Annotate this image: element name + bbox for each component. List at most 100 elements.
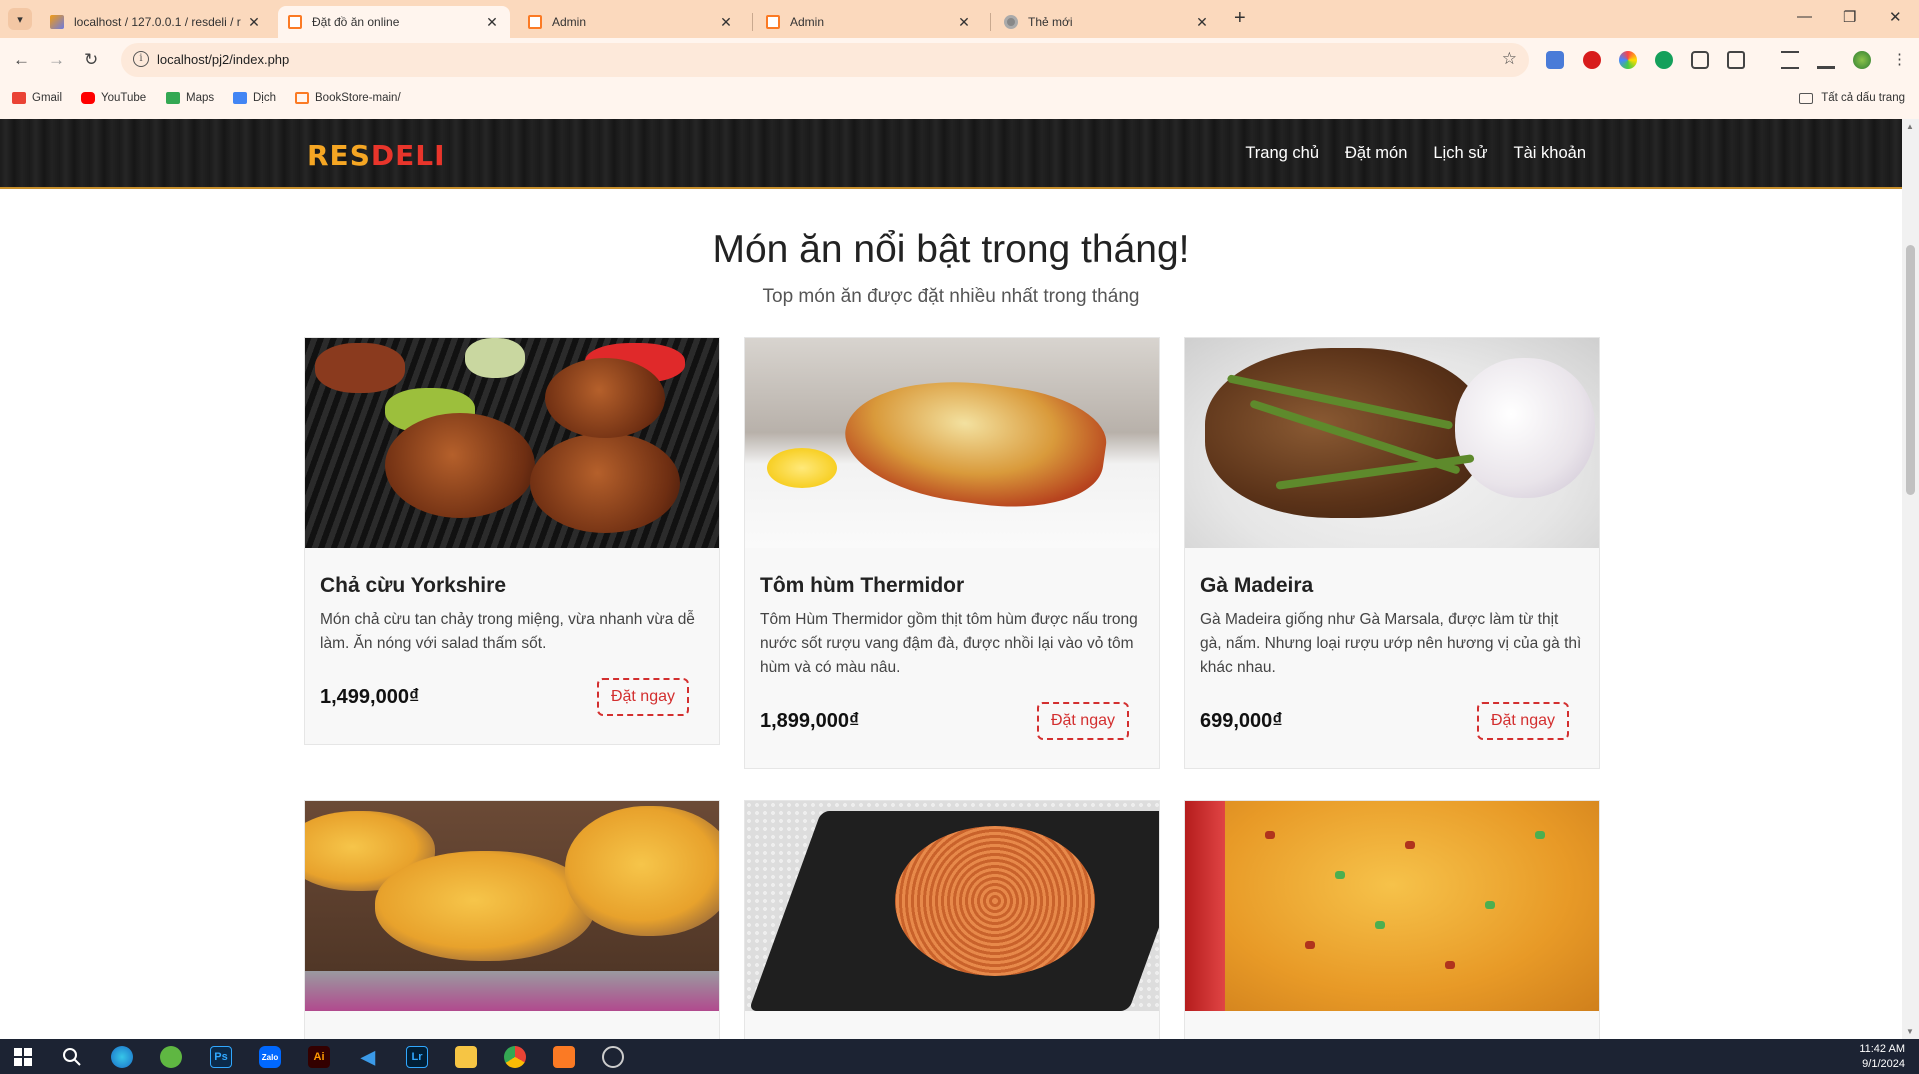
tab-title: Admin (552, 15, 587, 29)
photoshop-icon[interactable]: Ps (210, 1046, 232, 1068)
bookmark-dich[interactable]: Dịch (233, 92, 276, 104)
illustrator-icon[interactable]: Ai (308, 1046, 330, 1068)
dish-card: Chả cừu Yorkshire Món chả cừu tan chảy t… (304, 337, 720, 745)
close-icon[interactable]: ✕ (1194, 14, 1210, 31)
minimize-icon[interactable]: — (1797, 8, 1812, 25)
system-clock[interactable]: 11:42 AM 9/1/2024 (1859, 1042, 1905, 1072)
dish-price: 1,499,000₫ (320, 686, 420, 708)
image-extension-icon[interactable] (1691, 51, 1709, 69)
main-nav: Trang chủ Đặt món Lịch sử Tài khoản (1245, 144, 1586, 163)
tab-phpmyadmin[interactable]: localhost / 127.0.0.1 / resdeli / r ✕ (40, 6, 272, 38)
dish-card: Tôm hùm Thermidor Tôm Hùm Thermidor gồm … (744, 337, 1160, 769)
color-extension-icon[interactable] (1619, 51, 1637, 69)
xampp-icon (528, 15, 542, 29)
close-icon[interactable]: ✕ (956, 14, 972, 31)
food-shape (1375, 921, 1385, 929)
close-window-icon[interactable]: ✕ (1889, 8, 1902, 26)
dish-image-cheese-casserole[interactable] (1185, 801, 1599, 1011)
order-button[interactable]: Đặt ngay (1036, 702, 1129, 740)
bookmark-gmail[interactable]: Gmail (12, 92, 62, 104)
nav-lich-su[interactable]: Lịch sử (1433, 144, 1487, 163)
xampp-icon[interactable] (553, 1046, 575, 1068)
xampp-icon (295, 92, 309, 104)
back-arrow-icon[interactable]: ← (13, 50, 30, 70)
translate-icon (233, 92, 247, 104)
new-tab-button[interactable]: + (1234, 7, 1246, 30)
download-icon[interactable] (1817, 51, 1835, 69)
address-bar[interactable]: i localhost/pj2/index.php ☆ (121, 43, 1529, 77)
page-viewport: RESDELI Trang chủ Đặt món Lịch sử Tài kh… (0, 119, 1902, 1039)
dish-image-shrimp-pasta[interactable] (745, 801, 1159, 1011)
close-icon[interactable]: ✕ (718, 14, 734, 31)
file-explorer-icon[interactable] (455, 1046, 477, 1068)
scroll-up-arrow-icon[interactable]: ▲ (1906, 122, 1914, 131)
search-icon[interactable] (61, 1046, 83, 1068)
dish-image-lamb-patty[interactable] (305, 338, 719, 548)
reload-icon[interactable]: ↻ (84, 50, 98, 70)
site-logo[interactable]: RESDELI (307, 139, 446, 172)
url-text[interactable]: localhost/pj2/index.php (157, 52, 289, 67)
scrollbar-thumb[interactable] (1906, 245, 1915, 495)
lightroom-icon[interactable]: Lr (406, 1046, 428, 1068)
bookmark-youtube[interactable]: YouTube (81, 92, 146, 104)
food-shape (305, 971, 719, 1011)
tab-dat-do-an[interactable]: Đặt đồ ăn online ✕ (278, 6, 510, 38)
nav-tai-khoan[interactable]: Tài khoản (1514, 144, 1586, 163)
opera-extension-icon[interactable] (1583, 51, 1601, 69)
order-button[interactable]: Đặt ngay (596, 678, 689, 716)
translate-extension-icon[interactable] (1546, 51, 1564, 69)
food-shape (837, 365, 1113, 521)
food-shape (565, 806, 719, 936)
profile-avatar[interactable] (1853, 51, 1871, 69)
windows-taskbar: Ps Zalo Ai ◀ Lr 11:42 AM 9/1/2024 (0, 1039, 1919, 1074)
tab-title: localhost / 127.0.0.1 / resdeli / r (74, 15, 241, 29)
scroll-down-arrow-icon[interactable]: ▼ (1906, 1027, 1914, 1036)
nav-trang-chu[interactable]: Trang chủ (1245, 144, 1319, 163)
dish-image-stuffed-potatoes[interactable] (305, 801, 719, 1011)
dish-image-lobster[interactable] (745, 338, 1159, 548)
media-control-icon[interactable] (1781, 51, 1799, 69)
restore-icon[interactable]: ❐ (1843, 8, 1856, 26)
vscode-icon[interactable]: ◀ (357, 1046, 379, 1068)
grammarly-extension-icon[interactable] (1655, 51, 1673, 69)
tab-admin-2[interactable]: Admin ✕ (756, 6, 982, 38)
tab-search-button[interactable]: ▾ (8, 8, 32, 30)
order-button[interactable]: Đặt ngay (1476, 702, 1569, 740)
nav-dat-mon[interactable]: Đặt món (1345, 144, 1407, 163)
zalo-icon[interactable]: Zalo (259, 1046, 281, 1068)
close-icon[interactable]: ✕ (246, 14, 262, 31)
forward-arrow-icon[interactable]: → (48, 50, 65, 70)
logo-text-res: RES (307, 139, 371, 172)
bookmark-bookstore[interactable]: BookStore-main/ (295, 92, 401, 104)
bookmark-maps[interactable]: Maps (166, 92, 214, 104)
tab-title: Thẻ mới (1028, 15, 1073, 29)
bookmark-star-icon[interactable]: ☆ (1502, 49, 1517, 69)
greenshot-icon[interactable] (160, 1046, 182, 1068)
site-info-icon[interactable]: i (133, 51, 149, 67)
browser-tab-bar: ▾ localhost / 127.0.0.1 / resdeli / r ✕ … (0, 0, 1919, 38)
food-shape (375, 851, 595, 961)
food-shape (545, 358, 665, 438)
obs-icon[interactable] (602, 1046, 624, 1068)
tab-new-tab[interactable]: Thẻ mới ✕ (994, 6, 1220, 38)
food-shape (1405, 841, 1415, 849)
dish-card (744, 800, 1160, 1039)
tab-title: Admin (790, 15, 825, 29)
tab-admin-1[interactable]: Admin ✕ (518, 6, 744, 38)
all-bookmarks-button[interactable]: Tất cả dấu trang (1799, 92, 1905, 104)
bookmarks-bar: Gmail YouTube Maps Dịch BookStore-main/ … (0, 86, 1919, 112)
close-icon[interactable]: ✕ (484, 14, 500, 31)
bookmark-label: YouTube (101, 92, 147, 104)
menu-dots-icon[interactable]: ⋮ (1892, 50, 1907, 68)
food-shape (1535, 831, 1545, 839)
dish-description: Món chả cừu tan chảy trong miệng, vừa nh… (320, 611, 695, 652)
logo-text-deli: DELI (370, 139, 446, 172)
page-scrollbar[interactable]: ▲ ▼ (1902, 119, 1919, 1039)
edge-icon[interactable] (111, 1046, 133, 1068)
dish-image-chicken-madeira[interactable] (1185, 338, 1599, 548)
chrome-icon[interactable] (504, 1046, 526, 1068)
extensions-puzzle-icon[interactable] (1727, 51, 1745, 69)
windows-start-icon[interactable] (12, 1046, 34, 1068)
food-shape (315, 343, 405, 393)
food-shape (1185, 801, 1225, 1011)
